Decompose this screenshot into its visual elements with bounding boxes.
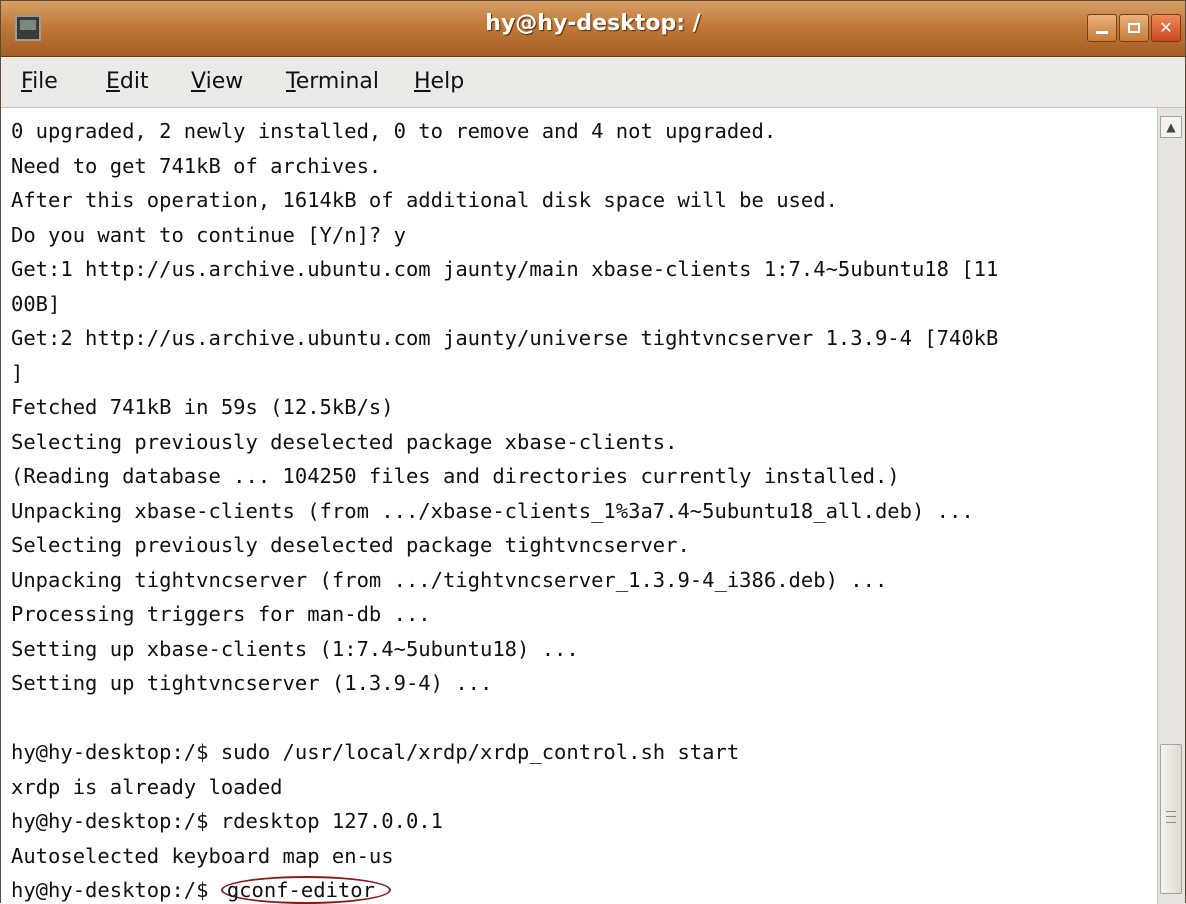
- close-icon: ✕: [1159, 18, 1173, 37]
- terminal-lines: 0 upgraded, 2 newly installed, 0 to remo…: [11, 114, 998, 904]
- terminal-prompt: hy@hy-desktop:/$: [11, 878, 221, 902]
- close-button[interactable]: ✕: [1151, 14, 1181, 42]
- menu-file-label: ile: [32, 69, 58, 94]
- terminal-line: hy@hy-desktop:/$ sudo /usr/local/xrdp/xr…: [11, 740, 740, 764]
- menu-bar: File Edit View Terminal Help: [1, 57, 1185, 108]
- minimize-icon: [1096, 31, 1108, 34]
- terminal-line: After this operation, 1614kB of addition…: [11, 188, 838, 212]
- grip-icon: [1166, 811, 1176, 823]
- menu-terminal-label: erminal: [295, 69, 379, 94]
- terminal-window: hy@hy-desktop: / ✕ File Edit View Termin…: [0, 0, 1186, 904]
- terminal-line: Do you want to continue [Y/n]? y: [11, 222, 406, 247]
- arrow-up-icon[interactable]: ▲: [1160, 116, 1182, 138]
- minimize-button[interactable]: [1087, 14, 1117, 42]
- terminal-line: Selecting previously deselected package …: [11, 429, 678, 454]
- menu-edit-label: dit: [119, 69, 149, 94]
- menu-help[interactable]: Help: [414, 69, 464, 94]
- menu-file[interactable]: File: [21, 69, 58, 94]
- terminal-line: Get:1 http://us.archive.ubuntu.com jaunt…: [11, 257, 999, 281]
- menu-file-mnemonic: F: [21, 69, 33, 94]
- terminal-line: ]: [11, 360, 24, 385]
- vertical-scrollbar[interactable]: ▲: [1157, 108, 1185, 904]
- highlighted-command: gconf-editor: [220, 876, 391, 904]
- terminal-line: Setting up xbase-clients (1:7.4~5ubuntu1…: [11, 636, 579, 661]
- menu-view[interactable]: View: [191, 69, 243, 94]
- terminal-line: Unpacking tightvncserver (from .../tight…: [11, 567, 888, 592]
- terminal-line: Fetched 741kB in 59s (12.5kB/s): [11, 395, 394, 419]
- terminal-output[interactable]: 0 upgraded, 2 newly installed, 0 to remo…: [1, 108, 1157, 904]
- maximize-button[interactable]: [1119, 14, 1149, 42]
- title-bar[interactable]: hy@hy-desktop: / ✕: [1, 1, 1185, 57]
- menu-help-mnemonic: H: [414, 69, 431, 94]
- menu-view-mnemonic: V: [191, 69, 206, 94]
- terminal-line: Setting up tightvncserver (1.3.9-4) ...: [11, 671, 493, 695]
- menu-terminal-mnemonic: T: [286, 69, 296, 94]
- menu-help-label: elp: [430, 69, 465, 94]
- terminal-line: xrdp is already loaded: [11, 774, 283, 799]
- terminal-line: (Reading database ... 104250 files and d…: [11, 464, 900, 488]
- terminal-line: hy@hy-desktop:/$ rdesktop 127.0.0.1: [11, 809, 443, 833]
- menu-edit[interactable]: Edit: [106, 69, 149, 94]
- menu-edit-mnemonic: E: [106, 69, 120, 94]
- maximize-icon: [1128, 23, 1140, 33]
- terminal-line: Get:2 http://us.archive.ubuntu.com jaunt…: [11, 326, 999, 350]
- scrollbar-thumb[interactable]: [1160, 744, 1182, 894]
- terminal-line: Need to get 741kB of archives.: [11, 153, 382, 178]
- terminal-line: Processing triggers for man-db ...: [11, 602, 431, 626]
- terminal-line: 0 upgraded, 2 newly installed, 0 to remo…: [11, 119, 777, 143]
- terminal-prompt-line: hy@hy-desktop:/$ gconf-editor: [11, 873, 998, 904]
- window-title: hy@hy-desktop: /: [485, 11, 701, 36]
- terminal-line: Unpacking xbase-clients (from .../xbase-…: [11, 498, 974, 523]
- terminal-line: Selecting previously deselected package …: [11, 533, 690, 557]
- menu-terminal[interactable]: Terminal: [286, 69, 379, 94]
- terminal-line: Autoselected keyboard map en-us: [11, 843, 394, 868]
- terminal-line: 00B]: [11, 291, 61, 316]
- menu-view-label: iew: [205, 69, 244, 94]
